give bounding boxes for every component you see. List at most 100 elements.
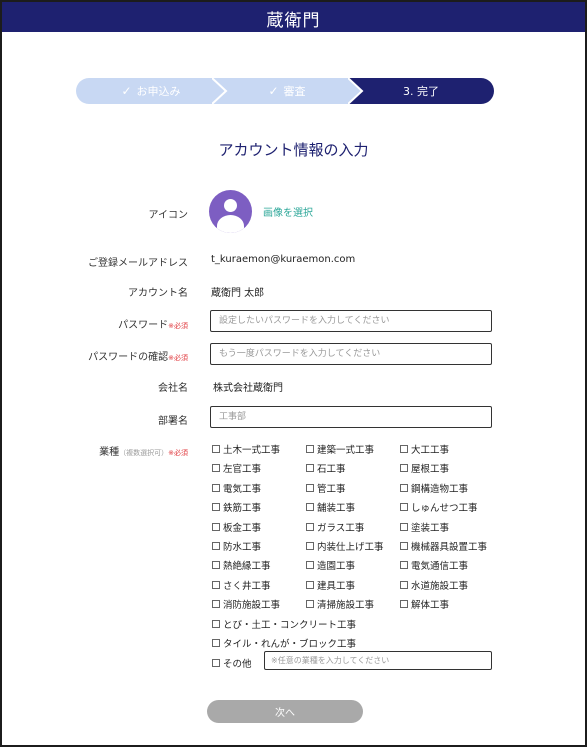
industry-checkbox[interactable]: 舗装工事 [306, 500, 355, 514]
industry-checkbox[interactable]: 建具工事 [306, 578, 355, 592]
industry-checkbox-label: さく井工事 [223, 580, 271, 592]
checkbox-icon[interactable] [306, 580, 314, 589]
checkbox-icon[interactable] [306, 503, 314, 512]
industry-checkbox[interactable]: 機械器具設置工事 [400, 539, 487, 553]
industry-checkbox[interactable]: 板金工事 [212, 520, 261, 534]
industry-checkbox[interactable]: 土木一式工事 [212, 442, 280, 456]
industry-other-label: その他 [223, 659, 252, 670]
next-button[interactable]: 次へ [207, 700, 363, 723]
checkbox-icon[interactable] [212, 483, 220, 492]
checkbox-icon[interactable] [400, 580, 408, 589]
checkbox-icon[interactable] [306, 522, 314, 531]
checkbox-icon[interactable] [400, 600, 408, 609]
industry-checkbox-label: 土木一式工事 [223, 445, 281, 456]
industry-checkbox[interactable]: 熱絶縁工事 [212, 558, 271, 572]
industry-checkbox-label: 舗装工事 [317, 503, 356, 515]
checkbox-icon[interactable] [306, 561, 314, 570]
checkbox-icon[interactable] [400, 542, 408, 550]
industry-checkbox[interactable]: 管工事 [306, 481, 346, 495]
checkbox-icon[interactable] [212, 464, 220, 473]
checkbox-icon[interactable] [306, 483, 314, 492]
industry-checkbox[interactable]: 鋼構造物工事 [400, 481, 468, 495]
checkbox-icon[interactable] [400, 445, 408, 453]
industry-checkbox[interactable]: ガラス工事 [306, 520, 364, 534]
industry-checkbox[interactable]: 屋根工事 [400, 461, 449, 475]
avatar[interactable] [209, 190, 252, 233]
account-value: 蔵衛門 太郎 [211, 288, 265, 299]
checkbox-icon[interactable] [212, 522, 220, 531]
industry-checkbox-label: 管工事 [317, 483, 346, 495]
company-label: 会社名 [158, 383, 188, 394]
password-confirm-input[interactable] [210, 343, 492, 365]
industry-checkbox[interactable]: 内装仕上げ工事 [306, 539, 384, 553]
checkbox-icon[interactable] [306, 445, 314, 453]
checkbox-icon[interactable] [212, 639, 220, 647]
checkbox-icon[interactable] [400, 503, 408, 512]
checkbox-icon[interactable] [400, 464, 408, 473]
checkbox-icon[interactable] [212, 659, 220, 667]
select-image-link[interactable]: 画像を選択 [263, 204, 313, 219]
industry-checkbox-label: 清掃施設工事 [317, 600, 375, 612]
password-confirm-label: パスワードの確認※必須 [88, 348, 188, 363]
industry-checkbox[interactable]: タイル・れんが・ブロック工事 [212, 636, 356, 650]
checkbox-icon[interactable] [306, 464, 314, 473]
checkbox-icon[interactable] [212, 619, 220, 628]
industry-checkbox[interactable]: さく井工事 [212, 578, 271, 592]
avatar-body-icon [217, 215, 244, 233]
industry-checkbox[interactable]: 塗装工事 [400, 520, 449, 534]
checkbox-icon[interactable] [306, 542, 314, 550]
industry-checkbox-label: タイル・れんが・ブロック工事 [223, 639, 357, 650]
checkbox-icon[interactable] [212, 503, 220, 512]
industry-checkbox[interactable]: 建築一式工事 [306, 442, 374, 456]
check-icon: ✓ [121, 84, 132, 98]
checkbox-icon[interactable] [306, 600, 314, 609]
checkbox-icon[interactable] [400, 561, 408, 570]
company-value: 株式会社蔵衛門 [213, 383, 283, 394]
industry-checkbox-label: 消防施設工事 [223, 600, 281, 612]
other-industry-input[interactable] [264, 651, 492, 670]
checkbox-icon[interactable] [212, 445, 220, 453]
checkbox-icon[interactable] [212, 580, 220, 589]
account-label: アカウント名 [128, 288, 188, 299]
checkbox-icon[interactable] [212, 600, 220, 609]
industry-checkbox-label: 機械器具設置工事 [411, 542, 488, 553]
industry-checkbox[interactable]: 大工工事 [400, 442, 449, 456]
industry-checkbox[interactable]: 電気通信工事 [400, 558, 468, 572]
email-label: ご登録メールアドレス [88, 258, 188, 269]
industry-checkbox[interactable]: とび・土工・コンクリート工事 [212, 617, 356, 631]
password-confirm-label-text: パスワードの確認 [88, 352, 169, 363]
step-apply-label: お申込み [136, 85, 181, 98]
industry-checkbox[interactable]: 防水工事 [212, 539, 261, 553]
check-icon: ✓ [268, 84, 279, 98]
progress-steps: ✓ お申込み ✓ 審査 3. 完了 [76, 78, 494, 104]
password-input[interactable] [210, 310, 492, 332]
industry-checkbox-label: 左官工事 [223, 464, 262, 476]
industry-checkbox-label: 解体工事 [411, 600, 450, 612]
industry-checkbox[interactable]: 造園工事 [306, 558, 355, 572]
industry-checkbox-label: 熱絶縁工事 [223, 561, 271, 573]
industry-checkbox[interactable]: 清掃施設工事 [306, 597, 374, 611]
checkbox-icon[interactable] [212, 561, 220, 570]
industry-checkbox[interactable]: 消防施設工事 [212, 597, 280, 611]
industry-checkbox[interactable]: 鉄筋工事 [212, 500, 261, 514]
required-mark: ※必須 [168, 322, 188, 330]
step-complete-label: 3. 完了 [403, 85, 439, 98]
checkbox-icon[interactable] [400, 522, 408, 531]
checkbox-icon[interactable] [212, 542, 220, 550]
icon-label: アイコン [148, 210, 189, 221]
industry-checkbox[interactable]: しゅんせつ工事 [400, 500, 478, 514]
industry-checkbox[interactable]: 解体工事 [400, 597, 449, 611]
industry-checkbox-other[interactable]: その他 [212, 656, 252, 670]
industry-checkbox[interactable]: 左官工事 [212, 461, 261, 475]
industry-checkbox[interactable]: 石工事 [306, 461, 346, 475]
industry-checkbox-label: しゅんせつ工事 [411, 503, 478, 515]
industry-checkbox[interactable]: 電気工事 [212, 481, 261, 495]
industry-label-text: 業種 [99, 447, 120, 458]
checkbox-icon[interactable] [400, 483, 408, 492]
department-input[interactable] [210, 406, 492, 428]
industry-checkbox[interactable]: 水道施設工事 [400, 578, 468, 592]
industry-checkbox-label: 屋根工事 [411, 464, 450, 476]
step-review: ✓ 審査 [212, 78, 362, 104]
industry-checkbox-label: 鋼構造物工事 [411, 483, 469, 495]
password-label-text: パスワード [118, 320, 169, 331]
